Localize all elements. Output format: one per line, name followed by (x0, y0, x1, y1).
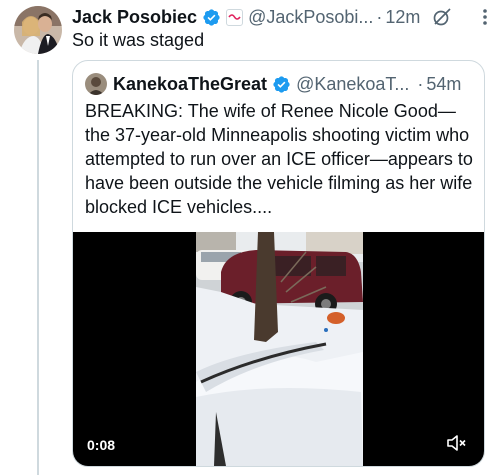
author-handle[interactable]: @JackPosobi... (248, 7, 373, 28)
quoted-post[interactable]: KanekoaTheGreat @KanekoaT... · 54m BREAK… (72, 60, 485, 467)
author-avatar[interactable] (14, 6, 62, 54)
separator-dot: · (417, 73, 424, 94)
quoted-post-text: BREAKING: The wife of Renee Nicole Good—… (85, 101, 473, 217)
quoted-author-handle: @KanekoaT... (296, 73, 410, 94)
author-name[interactable]: Jack Posobiec (72, 7, 197, 28)
video-elapsed-time: 0:08 (87, 437, 116, 453)
post-text: So it was staged (72, 30, 205, 50)
more-vertical-icon[interactable] (482, 8, 488, 26)
quoted-author-avatar (85, 73, 107, 95)
verified-badge-icon (272, 75, 291, 94)
thread-line (37, 60, 39, 475)
post[interactable]: Jack Posobiec @JackPosobi... · 12m So it… (0, 0, 500, 475)
quoted-post-time: 54m (426, 73, 462, 94)
affiliate-badge-icon[interactable] (226, 8, 244, 26)
grok-icon[interactable] (432, 7, 452, 27)
mute-icon[interactable] (446, 434, 466, 452)
quoted-author-name: KanekoaTheGreat (113, 73, 268, 94)
video-player[interactable]: 0:08 (73, 232, 484, 466)
post-time[interactable]: 12m (385, 7, 420, 28)
video-frame (196, 232, 363, 466)
quoted-post-header: KanekoaTheGreat @KanekoaT... · 54m (85, 72, 472, 96)
verified-badge-icon (202, 8, 221, 27)
separator-dot: · (376, 6, 383, 27)
post-header: Jack Posobiec @JackPosobi... · 12m (72, 6, 492, 28)
